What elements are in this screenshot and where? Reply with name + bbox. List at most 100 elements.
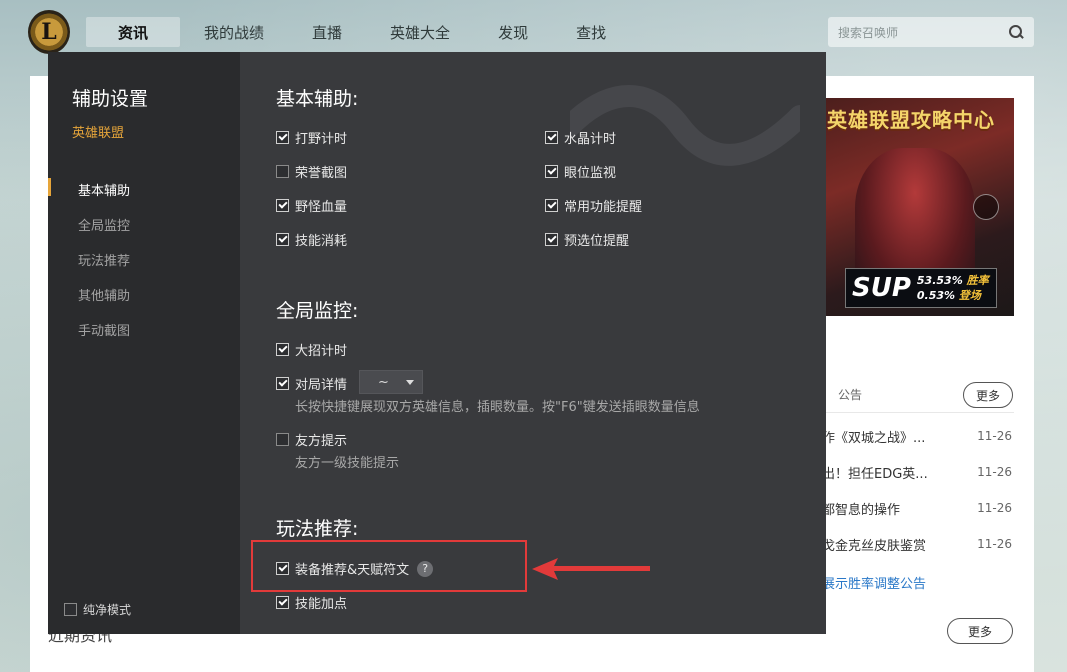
basic-option[interactable]: 打野计时 <box>276 128 347 147</box>
announcement-row[interactable]: 出！担任EDG英... 11-26 <box>822 460 1012 484</box>
search-icon[interactable] <box>1008 24 1024 40</box>
basic-option[interactable]: 预选位提醒 <box>545 230 629 249</box>
ult-timer-option[interactable]: 大招计时 <box>276 340 347 359</box>
pick-label: 登场 <box>958 289 981 302</box>
announcement-date: 11-26 <box>977 429 1012 443</box>
option-label: 常用功能提醒 <box>564 200 643 215</box>
ult-timer-label: 大招计时 <box>295 344 348 359</box>
settings-content: 基本辅助: 打野计时 水晶计时荣誉截图 眼位监视野怪血量 常用功能提醒技能消耗 预选位提… <box>240 52 826 634</box>
section-global-title: 全局监控: <box>276 300 359 322</box>
active-indicator <box>48 178 51 196</box>
option-checkbox[interactable] <box>276 199 289 212</box>
basic-option[interactable]: 荣誉截图 <box>276 162 347 181</box>
role-label: SUP <box>852 273 911 303</box>
option-label: 野怪血量 <box>295 200 348 215</box>
strategy-banner[interactable]: 英雄联盟攻略中心 SUP 53.53% 胜率 0.53% 登场 <box>815 98 1014 316</box>
chevron-down-icon <box>406 379 414 385</box>
skill-points-option[interactable]: 技能加点 <box>276 593 347 612</box>
announcement-title: 作《双城之战》... <box>822 430 926 446</box>
pointer-arrow-icon <box>532 558 650 580</box>
equip-rune-option[interactable]: 装备推荐&天赋符文 ? <box>276 559 434 578</box>
option-checkbox[interactable] <box>276 131 289 144</box>
ally-tip-option[interactable]: 友方提示 <box>276 430 347 449</box>
dialog-title: 辅助设置 <box>72 88 149 110</box>
hotkey-dropdown[interactable]: ~ <box>359 370 423 394</box>
ult-timer-checkbox[interactable] <box>276 343 289 356</box>
nav-item[interactable]: 我的战绩 <box>180 17 288 47</box>
announcement-title: 出！担任EDG英... <box>822 466 928 482</box>
pure-mode-checkbox[interactable] <box>64 603 77 616</box>
more-button[interactable]: 更多 <box>963 382 1013 408</box>
option-label: 预选位提醒 <box>564 234 630 249</box>
equip-rune-label: 装备推荐&天赋符文 <box>295 563 410 578</box>
option-label: 技能消耗 <box>295 234 348 249</box>
basic-option[interactable]: 眼位监视 <box>545 162 616 181</box>
sidebar-menu-item[interactable]: 玩法推荐 <box>78 250 130 269</box>
lol-logo-icon[interactable]: L <box>28 10 70 54</box>
ally-tip-label: 友方提示 <box>295 434 348 449</box>
announcement-date: 11-26 <box>977 501 1012 515</box>
announcement-row[interactable]: 都智息的操作 11-26 <box>822 496 1012 520</box>
sidebar-menu-item[interactable]: 手动截图 <box>78 320 130 339</box>
sidebar-menu-item[interactable]: 基本辅助 <box>78 180 130 199</box>
match-detail-option[interactable]: 对局详情 <box>276 374 347 393</box>
option-checkbox[interactable] <box>545 131 558 144</box>
option-checkbox[interactable] <box>545 199 558 212</box>
section-basic-title: 基本辅助: <box>276 88 359 110</box>
nav-item[interactable]: 资讯 <box>86 17 181 47</box>
nav-item[interactable]: 直播 <box>288 17 366 47</box>
equip-rune-checkbox[interactable] <box>276 562 289 575</box>
more-button-2[interactable]: 更多 <box>947 618 1013 644</box>
option-checkbox[interactable] <box>276 165 289 178</box>
basic-option[interactable]: 常用功能提醒 <box>545 196 642 215</box>
skill-points-checkbox[interactable] <box>276 596 289 609</box>
pure-mode-label: 纯净模式 <box>83 603 132 617</box>
announcement-date: 11-26 <box>977 537 1012 551</box>
next-icon[interactable] <box>973 194 999 220</box>
announcement-row[interactable]: 戈金克丝皮肤鉴赏 11-26 <box>822 532 1012 556</box>
win-rate: 53.53% <box>916 274 963 287</box>
option-checkbox[interactable] <box>545 165 558 178</box>
basic-option[interactable]: 水晶计时 <box>545 128 616 147</box>
match-detail-checkbox[interactable] <box>276 377 289 390</box>
nav-item[interactable]: 英雄大全 <box>366 17 474 47</box>
banner-title: 英雄联盟攻略中心 <box>827 108 995 132</box>
basic-option[interactable]: 技能消耗 <box>276 230 347 249</box>
pure-mode-toggle[interactable]: 纯净模式 <box>64 601 131 618</box>
announcement-date: 11-26 <box>977 465 1012 479</box>
skill-points-label: 技能加点 <box>295 597 348 612</box>
announcement-title: 戈金克丝皮肤鉴赏 <box>822 538 927 554</box>
win-label: 胜率 <box>966 274 989 287</box>
option-checkbox[interactable] <box>276 233 289 246</box>
search-placeholder: 搜索召唤师 <box>838 25 899 40</box>
option-label: 眼位监视 <box>564 166 617 181</box>
announcement-title: 都智息的操作 <box>822 502 901 518</box>
ally-tip-checkbox[interactable] <box>276 433 289 446</box>
option-label: 打野计时 <box>295 132 348 147</box>
game-label: 英雄联盟 <box>72 126 125 141</box>
pick-rate: 0.53% <box>916 289 956 302</box>
option-label: 水晶计时 <box>564 132 617 147</box>
stat-card: SUP 53.53% 胜率 0.53% 登场 <box>845 268 997 308</box>
match-detail-desc: 长按快捷键展现双方英雄信息，插眼数量。按"F6"键发送插眼数量信息 <box>295 400 700 415</box>
assist-settings-dialog: 辅助设置 英雄联盟 基本辅助全局监控玩法推荐其他辅助手动截图 纯净模式 基本辅助… <box>48 52 826 634</box>
section-play-title: 玩法推荐: <box>276 518 359 540</box>
sidebar-menu-item[interactable]: 其他辅助 <box>78 285 130 304</box>
announce-tab[interactable]: 公告 <box>838 386 862 403</box>
announcement-row[interactable]: 作《双城之战》... 11-26 <box>822 424 1012 448</box>
search-input[interactable]: 搜索召唤师 <box>828 17 1034 47</box>
option-label: 荣誉截图 <box>295 166 348 181</box>
divider <box>818 412 1014 413</box>
basic-option[interactable]: 野怪血量 <box>276 196 347 215</box>
nav-menu: 资讯 我的战绩 直播 英雄大全 发现 查找 <box>86 17 630 47</box>
nav-item[interactable]: 发现 <box>474 17 552 47</box>
help-icon[interactable]: ? <box>417 560 434 577</box>
settings-sidebar: 辅助设置 英雄联盟 基本辅助全局监控玩法推荐其他辅助手动截图 纯净模式 <box>48 52 240 634</box>
announcement-link[interactable]: 展示胜率调整公告 <box>822 573 926 592</box>
sidebar-menu-item[interactable]: 全局监控 <box>78 215 130 234</box>
hotkey-value: ~ <box>378 374 389 390</box>
option-checkbox[interactable] <box>545 233 558 246</box>
nav-item[interactable]: 查找 <box>552 17 630 47</box>
match-detail-label: 对局详情 <box>295 378 348 393</box>
ally-tip-desc: 友方一级技能提示 <box>295 456 400 471</box>
